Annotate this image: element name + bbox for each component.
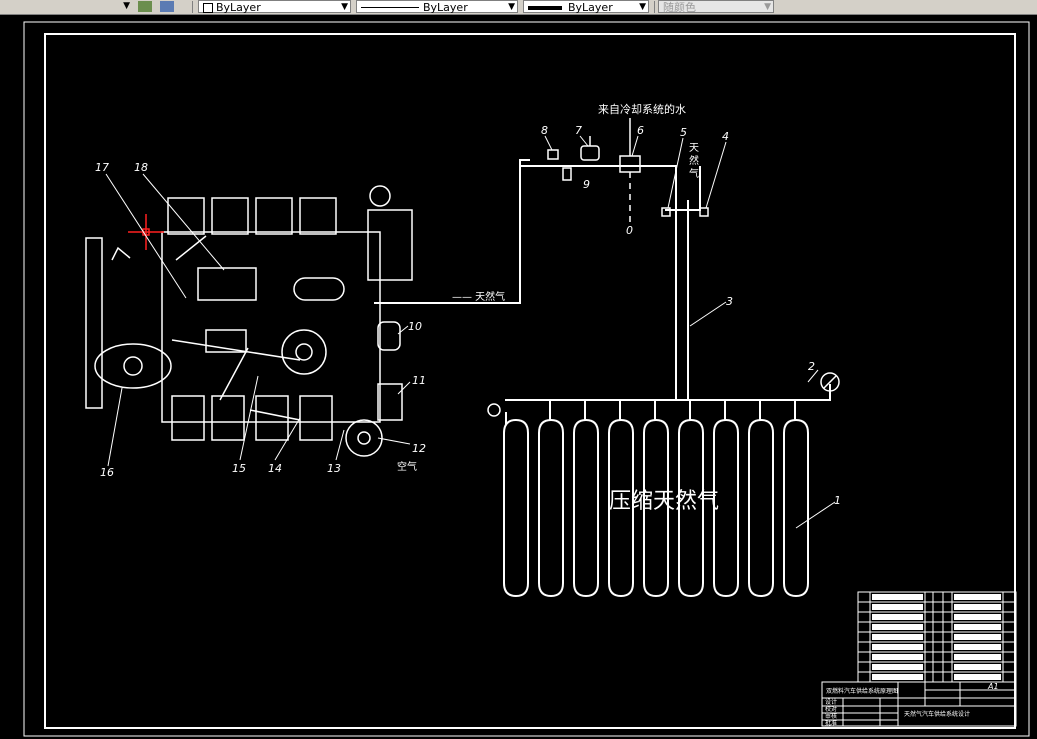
lineweight-sample: [528, 6, 562, 10]
linetype-control[interactable]: ByLayer ▼: [356, 0, 518, 14]
layer-previous-icon[interactable]: [160, 1, 174, 12]
part-label-1: 1: [834, 494, 841, 507]
part-label-3: 3: [726, 295, 733, 308]
part-label-6: 6: [637, 124, 644, 137]
linetype-control-value: ByLayer: [423, 1, 468, 14]
part-label-10: 10: [408, 320, 422, 333]
part-label-5: 5: [680, 126, 687, 139]
layer-dropdown-tail[interactable]: ▼: [90, 0, 132, 13]
plotstyle-control[interactable]: 随颜色 ▼: [658, 0, 774, 14]
title-block-row-1: 双燃料汽车供给系统原理图: [826, 687, 898, 695]
part-label-12: 12: [412, 442, 426, 455]
chevron-down-icon: ▼: [764, 2, 771, 12]
part-label-2: 2: [808, 360, 815, 373]
color-swatch-icon: [203, 3, 213, 13]
title-block-row-4: 审核: [825, 712, 837, 720]
coolant-note: 来自冷却系统的水: [598, 102, 686, 116]
part-label-13: 13: [327, 462, 341, 475]
air-note: 空气: [397, 460, 417, 473]
part-label-11: 11: [412, 374, 426, 387]
model-space-background: [0, 15, 1037, 739]
natural-gas-vertical-note: 天 然 气: [687, 142, 699, 178]
title-block-row-5: 批准: [825, 719, 837, 727]
drain-label: 0: [626, 224, 633, 237]
toolbar-separator: [654, 1, 655, 13]
part-label-17: 17: [95, 161, 109, 174]
properties-toolbar: ▼ ByLayer ▼ ByLayer ▼ ByLayer ▼ 随颜色 ▼: [0, 0, 1037, 15]
sheet-size: A1: [987, 682, 999, 691]
title-block-row-2: 设计: [825, 698, 837, 706]
cng-note: 压缩天然气: [609, 489, 719, 514]
natural-gas-pipe-note: —— 天然气: [452, 290, 505, 303]
part-label-8: 8: [541, 124, 548, 137]
part-label-18: 18: [134, 161, 148, 174]
layer-states-icon[interactable]: [138, 1, 152, 12]
lineweight-control-value: ByLayer: [568, 1, 613, 14]
part-label-16: 16: [100, 466, 114, 479]
part-label-7: 7: [575, 124, 582, 137]
drawing-canvas[interactable]: 8 7 6 5 4 9 0 3 2 1 10 11 12 13 14 15 16…: [0, 15, 1037, 739]
drawing-title: 天然气汽车供给系统设计: [904, 710, 970, 718]
color-control[interactable]: ByLayer ▼: [198, 0, 351, 14]
chevron-down-icon: ▼: [639, 2, 646, 12]
part-label-9: 9: [583, 178, 590, 191]
linetype-sample: [361, 7, 419, 8]
toolbar-separator: [192, 1, 193, 13]
color-control-value: ByLayer: [216, 1, 261, 14]
part-label-14: 14: [268, 462, 282, 475]
chevron-down-icon: ▼: [508, 2, 515, 12]
lineweight-control[interactable]: ByLayer ▼: [523, 0, 649, 14]
chevron-down-icon: ▼: [341, 2, 348, 12]
part-label-4: 4: [722, 130, 729, 143]
part-label-15: 15: [232, 462, 246, 475]
title-block-row-3: 校对: [825, 705, 837, 713]
chevron-down-icon: ▼: [123, 1, 130, 11]
plotstyle-control-value: 随颜色: [663, 1, 696, 14]
